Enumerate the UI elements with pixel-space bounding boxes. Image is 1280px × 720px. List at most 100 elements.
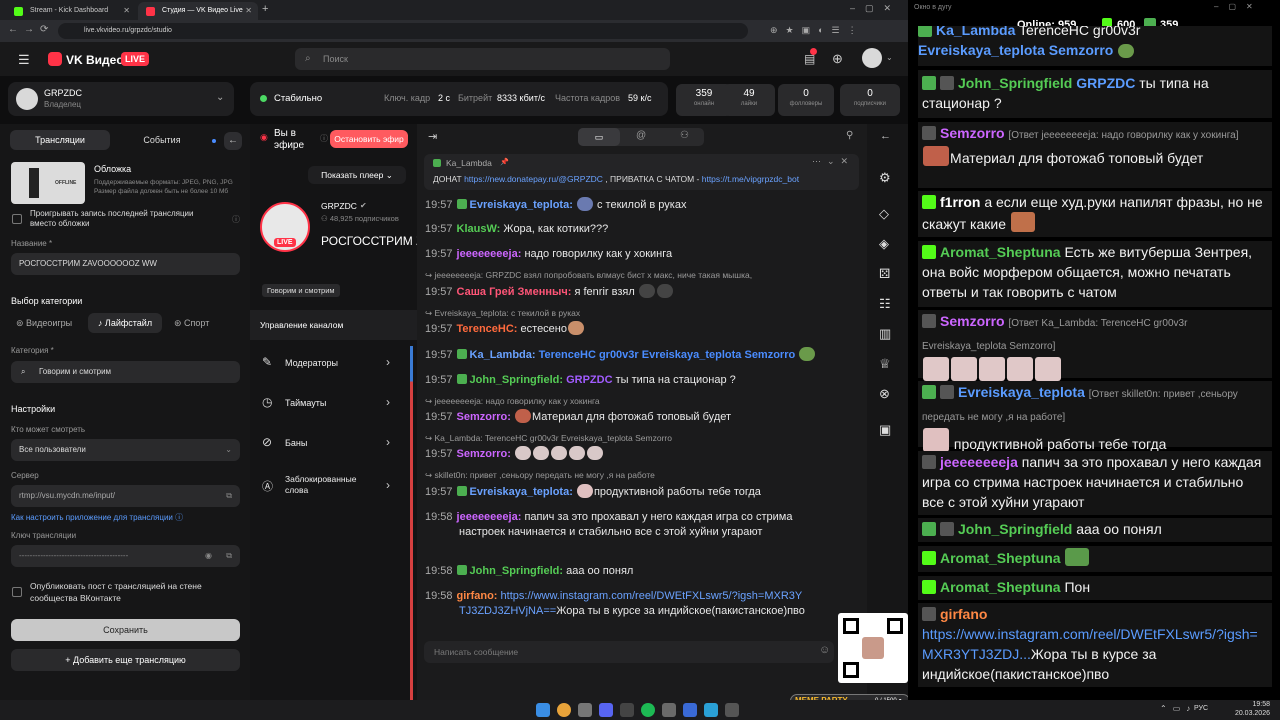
extension-icons[interactable]: ⊕★▣◐☰⋮	[770, 25, 865, 36]
users-icon[interactable]: ⚇	[680, 130, 689, 141]
msg-user[interactable]: girfano:	[457, 590, 498, 602]
tab-vk-studio[interactable]: Студия — VK Видео Live ✕	[138, 2, 258, 20]
language-indicator[interactable]: РУС	[1194, 705, 1208, 712]
trophy-icon[interactable]: ♕	[879, 356, 891, 372]
add-icon[interactable]: ⊕	[832, 51, 843, 67]
msg-user[interactable]: Semzorro:	[457, 411, 511, 423]
stream-key-input[interactable]: ----------------------------------------…	[11, 545, 240, 567]
app-icon[interactable]	[683, 703, 697, 717]
server-input[interactable]: rtmp://vsu.mycdn.me/input/ ⧉	[11, 485, 240, 507]
category-games-tab[interactable]: ⊚ Видеоигры	[16, 318, 72, 329]
category-input[interactable]: ⌕ Говорим и смотрим	[11, 361, 240, 383]
category-sport-tab[interactable]: ⊛ Спорт	[174, 318, 209, 329]
msg-user[interactable]: jeeeeeeeeja:	[457, 248, 522, 260]
chevron-down-icon[interactable]: ⌄	[886, 53, 893, 62]
telegram-icon[interactable]	[704, 703, 718, 717]
dice-icon[interactable]: ⚄	[879, 266, 890, 282]
msg-time: 19:58	[425, 511, 453, 523]
howto-link[interactable]: Как настроить приложение для трансляции …	[11, 512, 183, 523]
msg-user[interactable]: KlausW:	[457, 223, 501, 235]
collapse-chat-icon[interactable]: ⇥	[428, 130, 437, 143]
chat-icon[interactable]: ▭	[578, 128, 620, 146]
channel-selector[interactable]: GRPZDC Владелец ⌄	[8, 82, 234, 116]
url-field[interactable]: live.vkvideo.ru/grpzdc/studio	[58, 23, 748, 39]
close-icon[interactable]: ✕	[245, 2, 252, 20]
collapse-arrow-icon[interactable]: ←	[224, 132, 242, 150]
msg-user[interactable]: jeeeeeeeeja:	[457, 511, 522, 523]
copy-icon[interactable]: ⧉	[226, 545, 232, 567]
gem-icon[interactable]: ◈	[879, 236, 889, 252]
msg-user[interactable]: Evreiskaya_teplota:	[470, 199, 573, 211]
app-icon[interactable]	[662, 703, 676, 717]
add-stream-button[interactable]: + Добавить еще трансляцию	[11, 649, 240, 671]
msg-user[interactable]: Ka_Lambda:	[470, 349, 536, 361]
avatar[interactable]	[862, 48, 882, 68]
msg-user[interactable]: Evreiskaya_teplota:	[470, 486, 573, 498]
save-button[interactable]: Сохранить	[11, 619, 240, 641]
tab-kick-dashboard[interactable]: Stream - Kick Dashboard ✕	[6, 2, 136, 20]
menu-moderators[interactable]: ✎ Модераторы ›	[250, 346, 410, 380]
msg-user[interactable]: John_Springfield:	[470, 374, 564, 386]
msg-mentions[interactable]: TerenceHC gr00v3r Evreiskaya_teplota Sem…	[539, 349, 796, 361]
category-lifestyle-tab[interactable]: ♪ Лайфстайл	[88, 313, 162, 333]
discord-icon[interactable]	[599, 703, 613, 717]
gear-icon[interactable]: ⚙	[879, 170, 891, 186]
msg-user[interactable]: Саша Грей Зменныч:	[457, 286, 572, 298]
name-input[interactable]: РОСГОССТРИМ ZAVOOOOOOZ WW	[11, 253, 240, 275]
tray-icons[interactable]: ⌃▭♪	[1160, 704, 1196, 713]
spotify-icon[interactable]	[641, 703, 655, 717]
chat-input[interactable]: Написать сообщение ☺	[424, 641, 834, 663]
menu-timeouts[interactable]: ◷ Таймауты ›	[250, 386, 410, 420]
telegram-link[interactable]: https://t.me/vipgrpzdc_bot	[702, 174, 799, 184]
eye-icon[interactable]: ◉	[205, 545, 212, 567]
info-icon[interactable]: ⓘ	[320, 133, 328, 144]
menu-blocked-words[interactable]: Ⓐ Заблокированные слова ›	[250, 466, 410, 506]
pinned-controls[interactable]: ⋯⌄✕	[812, 156, 854, 167]
menu-icon[interactable]: ☰	[18, 52, 30, 68]
search-input[interactable]: ⌕ Поиск	[295, 48, 670, 70]
app-icon[interactable]	[725, 703, 739, 717]
emoji-icon[interactable]: ☺	[819, 644, 830, 656]
chrome-icon[interactable]	[557, 703, 571, 717]
tab-events[interactable]: События	[114, 130, 210, 150]
msg-user[interactable]: Semzorro:	[457, 448, 511, 460]
list-icon[interactable]: ☷	[879, 296, 891, 312]
msg-time: 19:57	[425, 199, 453, 211]
diamond-icon[interactable]: ◇	[879, 206, 889, 222]
close-circle-icon[interactable]: ⊗	[879, 386, 890, 402]
help-icon: ⓘ	[175, 513, 184, 522]
stop-stream-button[interactable]: Остановить эфир	[330, 130, 408, 148]
windows-start-icon[interactable]	[536, 703, 550, 717]
play-last-checkbox[interactable]	[12, 214, 22, 224]
cover-thumbnail[interactable]: OFFLINE	[11, 162, 85, 204]
vk-icon	[146, 7, 155, 16]
stats-icon[interactable]: ▥	[879, 326, 891, 342]
show-player-button[interactable]: Показать плеер ⌄	[308, 166, 406, 184]
publish-checkbox[interactable]	[12, 587, 22, 597]
vk-video-logo-icon[interactable]	[48, 52, 62, 66]
category-tag[interactable]: Говорим и смотрим	[262, 284, 340, 297]
donate-link[interactable]: https://new.donatepay.ru/@GRPZDC	[464, 174, 603, 184]
explorer-icon[interactable]	[578, 703, 592, 717]
steam-icon[interactable]	[620, 703, 634, 717]
streamer-name[interactable]: GRPZDC	[321, 201, 357, 211]
menu-bans[interactable]: ⊘ Баны ›	[250, 426, 410, 460]
msg-mention[interactable]: GRPZDC	[566, 374, 612, 386]
window-controls[interactable]: –▢✕	[1214, 2, 1263, 11]
who-can-watch-select[interactable]: Все пользователи ⌄	[11, 439, 240, 461]
copy-icon[interactable]: ⧉	[226, 485, 232, 507]
nav-arrows-icon[interactable]: ←→⟳	[8, 24, 54, 35]
close-icon[interactable]: ✕	[123, 2, 130, 20]
msg-user[interactable]: John_Springfield:	[470, 565, 564, 577]
video-icon[interactable]: ▣	[879, 422, 891, 438]
pin-icon[interactable]: ⚲	[846, 130, 853, 141]
vk-video-logo[interactable]: VK Видео	[66, 53, 124, 67]
msg-user[interactable]: TerenceHC:	[457, 323, 518, 335]
back-arrow-icon[interactable]: ←	[880, 130, 891, 142]
clock[interactable]: 19:58 20.03.2026	[1226, 700, 1270, 718]
mentions-icon[interactable]: @	[636, 130, 646, 141]
new-tab-button[interactable]: +	[262, 3, 268, 15]
tab-broadcasts[interactable]: Трансляции	[10, 130, 110, 150]
info-icon[interactable]: ⓘ	[232, 214, 240, 225]
window-controls[interactable]: –▢✕	[850, 3, 901, 14]
